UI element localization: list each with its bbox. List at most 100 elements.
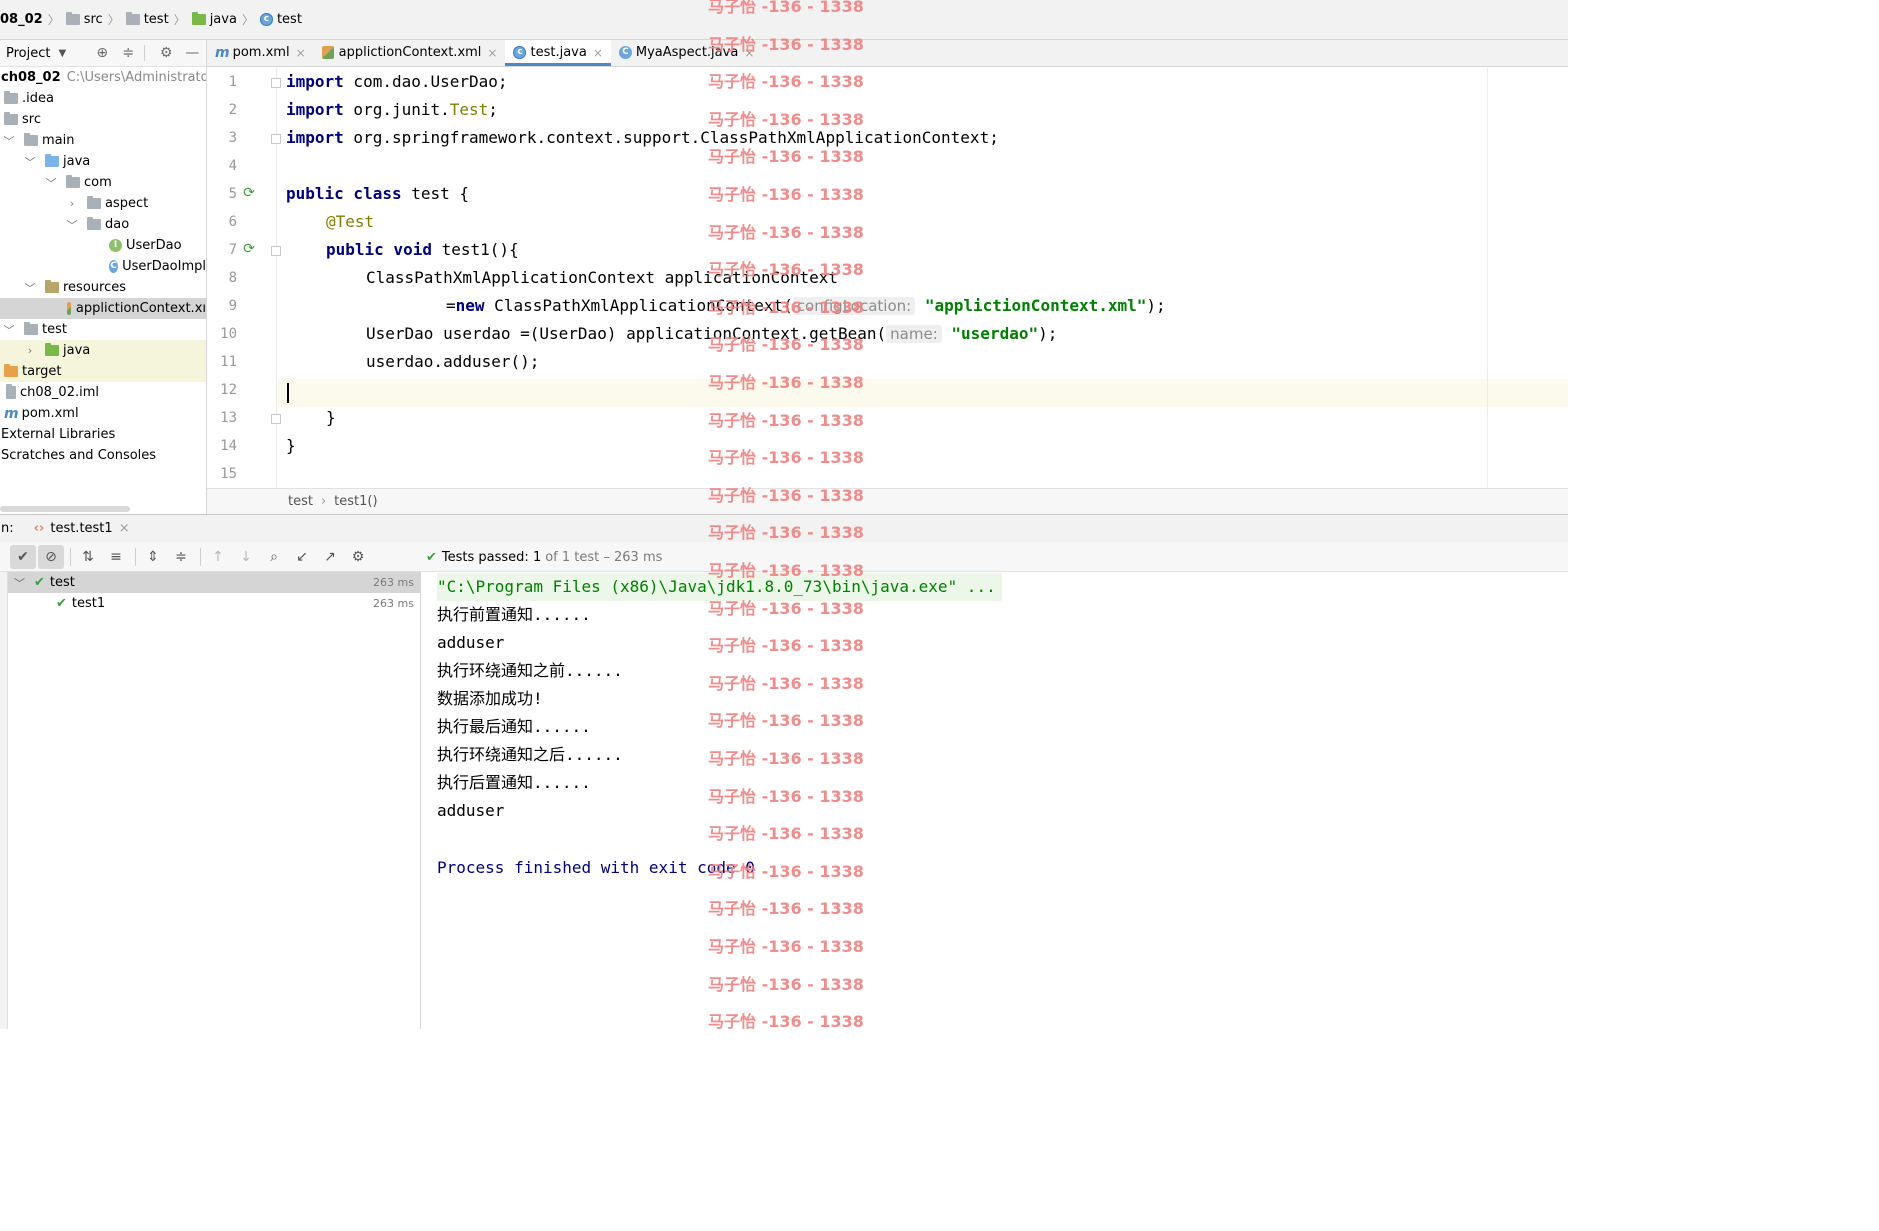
sort-by-duration-icon[interactable]: ≡ (103, 545, 129, 569)
tab-myaaspect-java[interactable]: C MyaAspect.java × (611, 40, 762, 66)
breadcrumb-class[interactable]: test (288, 494, 313, 509)
run-tab-test[interactable]: ‹› test.test1 × (34, 521, 130, 536)
class-icon: C (109, 260, 119, 273)
close-icon[interactable]: × (296, 46, 306, 60)
previous-test-icon[interactable]: ↑ (205, 545, 231, 569)
expand-all-icon[interactable]: ⇕ (140, 545, 166, 569)
crumb-project[interactable]: 08_02 (0, 0, 45, 40)
export-tests-icon[interactable]: ↗ (317, 545, 343, 569)
tree-item-pom[interactable]: m pom.xml (0, 403, 206, 424)
chevron-down-icon[interactable]: ﹀ (44, 175, 58, 191)
tree-item-aspect[interactable]: › aspect (0, 193, 206, 214)
close-icon[interactable]: × (119, 521, 130, 536)
crumb-java[interactable]: java (190, 0, 239, 40)
tree-item-label: ch08_02 (1, 70, 61, 85)
tree-item-appliction-context[interactable]: applictionContext.xı (0, 298, 206, 319)
tree-item-dao[interactable]: ﹀ dao (0, 214, 206, 235)
project-header: Project ▼ ⊕ ≑ ⚙ — (0, 40, 206, 67)
tree-item-scratches[interactable]: Scratches and Consoles (0, 445, 206, 466)
import-tests-icon[interactable]: ↙ (289, 545, 315, 569)
chevron-right-icon[interactable]: › (23, 344, 37, 357)
crumb-test[interactable]: test (124, 0, 171, 40)
code-area[interactable]: 1 2 3 4 5 6 7 8 9 10 11 12 13 14 15 ⟳ ⟳ (207, 68, 1568, 488)
collapse-all-icon[interactable]: ≑ (120, 45, 136, 61)
show-ignored-icon[interactable]: ⊘ (38, 544, 64, 569)
next-test-icon[interactable]: ↓ (233, 545, 259, 569)
test-history-icon[interactable]: ⌕ (261, 545, 287, 569)
tree-item-idea[interactable]: .idea (0, 88, 206, 109)
code-line: import org.junit.Test; (286, 96, 498, 124)
close-icon[interactable]: × (487, 46, 497, 60)
collapse-all-icon[interactable]: ≑ (168, 545, 194, 569)
tree-item-test-java[interactable]: › java (0, 340, 206, 361)
tree-item-external-libraries[interactable]: External Libraries (0, 424, 206, 445)
gear-icon[interactable]: ⚙ (345, 545, 371, 569)
code-text: } (326, 408, 336, 427)
close-icon[interactable]: × (593, 46, 603, 60)
chevron-down-icon[interactable]: ▼ (58, 48, 66, 59)
crumb-src[interactable]: src (64, 0, 105, 40)
close-icon[interactable]: × (744, 46, 754, 60)
console-line: 执行环绕通知之后...... (437, 745, 623, 764)
fold-icon[interactable] (271, 134, 281, 144)
tree-item-main-java[interactable]: ﹀ java (0, 151, 206, 172)
code-text: ; (488, 100, 498, 119)
code-line: public class test { (286, 180, 469, 208)
chevron-down-icon[interactable]: ﹀ (14, 575, 28, 591)
tree-item-resources[interactable]: ﹀ resources (0, 277, 206, 298)
keyword: public class (286, 184, 402, 203)
tree-item-test[interactable]: ﹀ test (0, 319, 206, 340)
chevron-down-icon[interactable]: ﹀ (23, 154, 37, 170)
chevron-down-icon[interactable]: ﹀ (2, 133, 16, 149)
string-literal: "applictionContext.xml" (924, 296, 1147, 315)
tree-item-iml[interactable]: ch08_02.iml (0, 382, 206, 403)
tab-appliction-context[interactable]: applictionContext.xml × (314, 40, 506, 66)
chevron-down-icon[interactable]: ﹀ (65, 217, 79, 233)
locate-icon[interactable]: ⊕ (94, 45, 110, 61)
check-icon: ✔ (426, 549, 437, 565)
fold-icon[interactable] (271, 246, 281, 256)
tab-label: test.java (530, 45, 587, 60)
fold-icon[interactable] (271, 414, 281, 424)
code-line: @Test (326, 208, 374, 236)
breadcrumb-method[interactable]: test1() (334, 494, 377, 509)
chevron-down-icon[interactable]: ﹀ (23, 280, 37, 296)
test-results-tree: ﹀ ✔ test 263 ms ✔ test1 263 ms (8, 572, 421, 1029)
test-duration: 263 ms (373, 576, 414, 589)
tree-item-main[interactable]: ﹀ main (0, 130, 206, 151)
run-tool-window-header: n: ‹› test.test1 × (0, 514, 1568, 542)
tree-item-target[interactable]: target (0, 361, 206, 382)
fold-icon[interactable] (271, 78, 281, 88)
code-text: ClassPathXmlApplicationContext applicati… (366, 268, 839, 287)
test-run-icon: ‹› (33, 521, 45, 536)
line-number: 2 (228, 102, 237, 118)
tab-test-java[interactable]: c test.java × (505, 40, 612, 66)
gear-icon[interactable]: ⚙ (158, 45, 174, 61)
tree-item-root[interactable]: ch08_02 C:\Users\Administrator\I (0, 67, 206, 88)
line-number: 13 (220, 410, 237, 426)
tree-item-userdaoimpl[interactable]: C UserDaoImpl (0, 256, 206, 277)
chevron-down-icon[interactable]: ﹀ (2, 322, 16, 338)
horizontal-scrollbar[interactable] (0, 506, 130, 512)
tree-item-label: UserDaoImpl (122, 259, 206, 274)
console-output[interactable]: "C:\Program Files (x86)\Java\jdk1.8.0_73… (422, 572, 1568, 1029)
run-label: n: (1, 521, 14, 536)
sort-alphabetically-icon[interactable]: ⇅ (75, 545, 101, 569)
parameter-hint: configLocation: (792, 297, 916, 315)
tab-pom-xml[interactable]: m pom.xml × (207, 40, 314, 66)
hide-icon[interactable]: — (184, 45, 200, 61)
run-test-icon[interactable]: ⟳ (240, 185, 258, 203)
tree-item-src[interactable]: src (0, 109, 206, 130)
project-view-selector[interactable]: Project (0, 46, 50, 61)
tree-item-userdao[interactable]: I UserDao (0, 235, 206, 256)
test-node-class[interactable]: ﹀ ✔ test 263 ms (8, 572, 420, 593)
class-icon: C (618, 46, 632, 59)
code-text: UserDao userdao =(UserDao) applicationCo… (366, 324, 887, 343)
show-passed-icon[interactable]: ✔ (10, 544, 36, 569)
test-node-method[interactable]: ✔ test1 263 ms (8, 593, 420, 614)
ide-window: 08_02 〉 src 〉 test 〉 java 〉 c test Projec… (0, 0, 1568, 1029)
chevron-right-icon[interactable]: › (65, 197, 79, 210)
crumb-class-test[interactable]: c test (258, 0, 304, 40)
tree-item-com[interactable]: ﹀ com (0, 172, 206, 193)
run-test-icon[interactable]: ⟳ (240, 241, 258, 259)
